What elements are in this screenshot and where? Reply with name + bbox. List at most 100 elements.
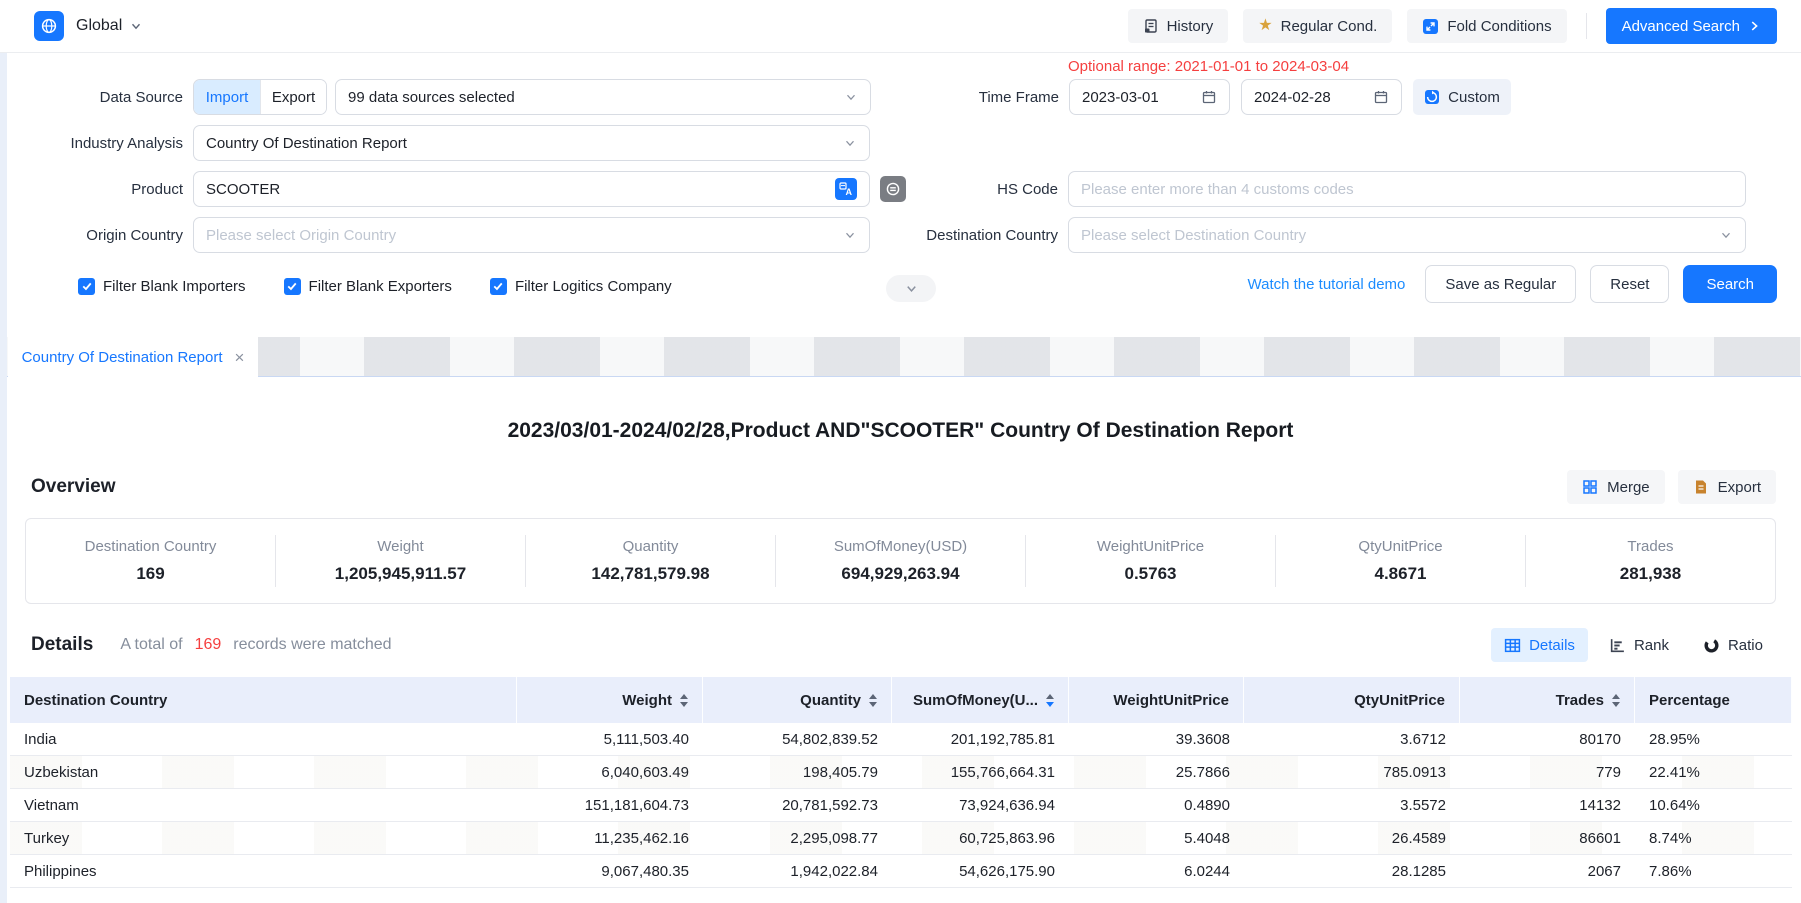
table-cell: 5.4048 [1069, 830, 1244, 847]
fold-conditions-button[interactable]: Fold Conditions [1407, 9, 1566, 43]
table-cell: 201,192,785.81 [892, 731, 1069, 748]
advanced-search-label: Advanced Search [1622, 18, 1740, 35]
checkbox-checked-icon [78, 278, 95, 295]
star-icon: ★ [1258, 18, 1272, 34]
regular-cond-button[interactable]: ★ Regular Cond. [1243, 9, 1392, 43]
product-input-wrap: A [193, 171, 870, 207]
merge-label: Merge [1607, 479, 1650, 496]
table-cell: 151,181,604.73 [517, 797, 703, 814]
table-cell: 0.4890 [1069, 797, 1244, 814]
column-header-sumofmoney-u[interactable]: SumOfMoney(U... [892, 677, 1069, 723]
table-cell: 9,067,480.35 [517, 863, 703, 880]
view-rank-button[interactable]: Rank [1596, 628, 1682, 662]
import-tab[interactable]: Import [194, 80, 260, 114]
product-input[interactable] [206, 181, 835, 198]
checkbox-filter-blank-importers[interactable]: Filter Blank Importers [78, 278, 246, 295]
tab-country-of-destination-report[interactable]: Country Of Destination Report × [8, 337, 258, 377]
destination-country-placeholder: Please select Destination Country [1081, 227, 1306, 244]
checkbox-filter-blank-exporters[interactable]: Filter Blank Exporters [284, 278, 452, 295]
hs-code-input-wrap: Please enter more than 4 customs codes [1068, 171, 1746, 207]
tab-strip: Country Of Destination Report × [0, 337, 1801, 377]
history-button[interactable]: History [1128, 9, 1229, 43]
column-header-weight[interactable]: Weight [517, 677, 703, 723]
stat-label: Quantity [526, 538, 775, 555]
reset-button[interactable]: Reset [1590, 265, 1669, 303]
table-icon [1504, 637, 1521, 654]
data-sources-value: 99 data sources selected [348, 89, 515, 106]
column-label: Destination Country [24, 692, 167, 709]
hs-code-input[interactable]: Please enter more than 4 customs codes [1081, 181, 1354, 198]
stat-sumofmoney-usd: SumOfMoney(USD) 694,929,263.94 [775, 535, 1025, 587]
table-cell: Philippines [10, 863, 517, 880]
merge-icon [1582, 479, 1598, 495]
fold-icon [1422, 18, 1439, 35]
table-cell: 3.5572 [1244, 797, 1460, 814]
industry-analysis-select[interactable]: Country Of Destination Report [193, 125, 870, 161]
stat-label: QtyUnitPrice [1276, 538, 1525, 555]
hs-code-label: HS Code [906, 181, 1068, 198]
destination-country-select[interactable]: Please select Destination Country [1068, 217, 1746, 253]
origin-country-select[interactable]: Please select Origin Country [193, 217, 870, 253]
start-date-input[interactable]: 2023-03-01 [1069, 79, 1230, 115]
close-icon[interactable]: × [235, 349, 245, 366]
export-button[interactable]: Export [1678, 470, 1776, 504]
column-header-quantity[interactable]: Quantity [703, 677, 892, 723]
view-ratio-button[interactable]: Ratio [1690, 628, 1776, 662]
expand-conditions-button[interactable] [886, 275, 936, 302]
translate-icon[interactable]: A [835, 178, 857, 200]
table-cell: 28.1285 [1244, 863, 1460, 880]
chevron-down-icon [844, 90, 858, 104]
table-cell: 14132 [1460, 797, 1635, 814]
sort-arrows-icon[interactable] [1612, 694, 1620, 707]
column-header-trades[interactable]: Trades [1460, 677, 1635, 723]
stat-label: Destination Country [26, 538, 275, 555]
column-label: Percentage [1649, 692, 1730, 709]
exact-match-icon[interactable] [880, 176, 906, 202]
sort-arrows-icon[interactable] [869, 694, 877, 707]
view-details-label: Details [1529, 637, 1575, 654]
table-cell: 54,626,175.90 [892, 863, 1069, 880]
table-cell: 6.0244 [1069, 863, 1244, 880]
sort-arrows-icon[interactable] [680, 694, 688, 707]
industry-analysis-label: Industry Analysis [0, 135, 193, 152]
stat-label: Trades [1526, 538, 1775, 555]
total-suffix: records were matched [233, 636, 391, 654]
industry-analysis-value: Country Of Destination Report [206, 135, 407, 152]
table-cell: 779 [1460, 764, 1635, 781]
search-button[interactable]: Search [1683, 265, 1777, 303]
report-content: 2023/03/01-2024/02/28,Product AND"SCOOTE… [0, 419, 1801, 888]
table-cell: 8.74% [1635, 830, 1792, 847]
sort-arrows-icon[interactable] [1046, 694, 1054, 707]
stat-value: 142,781,579.98 [526, 564, 775, 584]
checkbox-filter-logitics-company[interactable]: Filter Logitics Company [490, 278, 672, 295]
stat-value: 281,938 [1526, 564, 1775, 584]
table-cell: 26.4589 [1244, 830, 1460, 847]
checkbox-checked-icon [490, 278, 507, 295]
merge-button[interactable]: Merge [1567, 470, 1665, 504]
data-source-segmented: Import Export [193, 79, 327, 115]
column-header-qtyunitprice: QtyUnitPrice [1244, 677, 1460, 723]
chevron-right-icon [1747, 19, 1761, 33]
custom-range-label: Custom [1448, 89, 1500, 106]
table-row-turkey: Turkey11,235,462.162,295,098.7760,725,86… [10, 822, 1792, 855]
tutorial-link[interactable]: Watch the tutorial demo [1248, 276, 1406, 293]
region-selector[interactable]: Global [76, 17, 143, 35]
export-tab[interactable]: Export [260, 80, 326, 114]
column-label: Trades [1556, 692, 1604, 709]
export-icon [1693, 479, 1709, 495]
stat-value: 4.8671 [1276, 564, 1525, 584]
column-header-weightunitprice: WeightUnitPrice [1069, 677, 1244, 723]
advanced-search-button[interactable]: Advanced Search [1606, 8, 1777, 44]
table-cell: 80170 [1460, 731, 1635, 748]
table-cell: 11,235,462.16 [517, 830, 703, 847]
checkbox-checked-icon [284, 278, 301, 295]
end-date-input[interactable]: 2024-02-28 [1241, 79, 1402, 115]
table-cell: 22.41% [1635, 764, 1792, 781]
table-row-india: India5,111,503.4054,802,839.52201,192,78… [10, 723, 1792, 756]
table-cell: Turkey [10, 830, 517, 847]
save-as-regular-button[interactable]: Save as Regular [1425, 265, 1576, 303]
data-sources-select[interactable]: 99 data sources selected [335, 79, 871, 115]
custom-range-button[interactable]: Custom [1413, 79, 1511, 115]
view-details-button[interactable]: Details [1491, 628, 1588, 662]
table-cell: 28.95% [1635, 731, 1792, 748]
